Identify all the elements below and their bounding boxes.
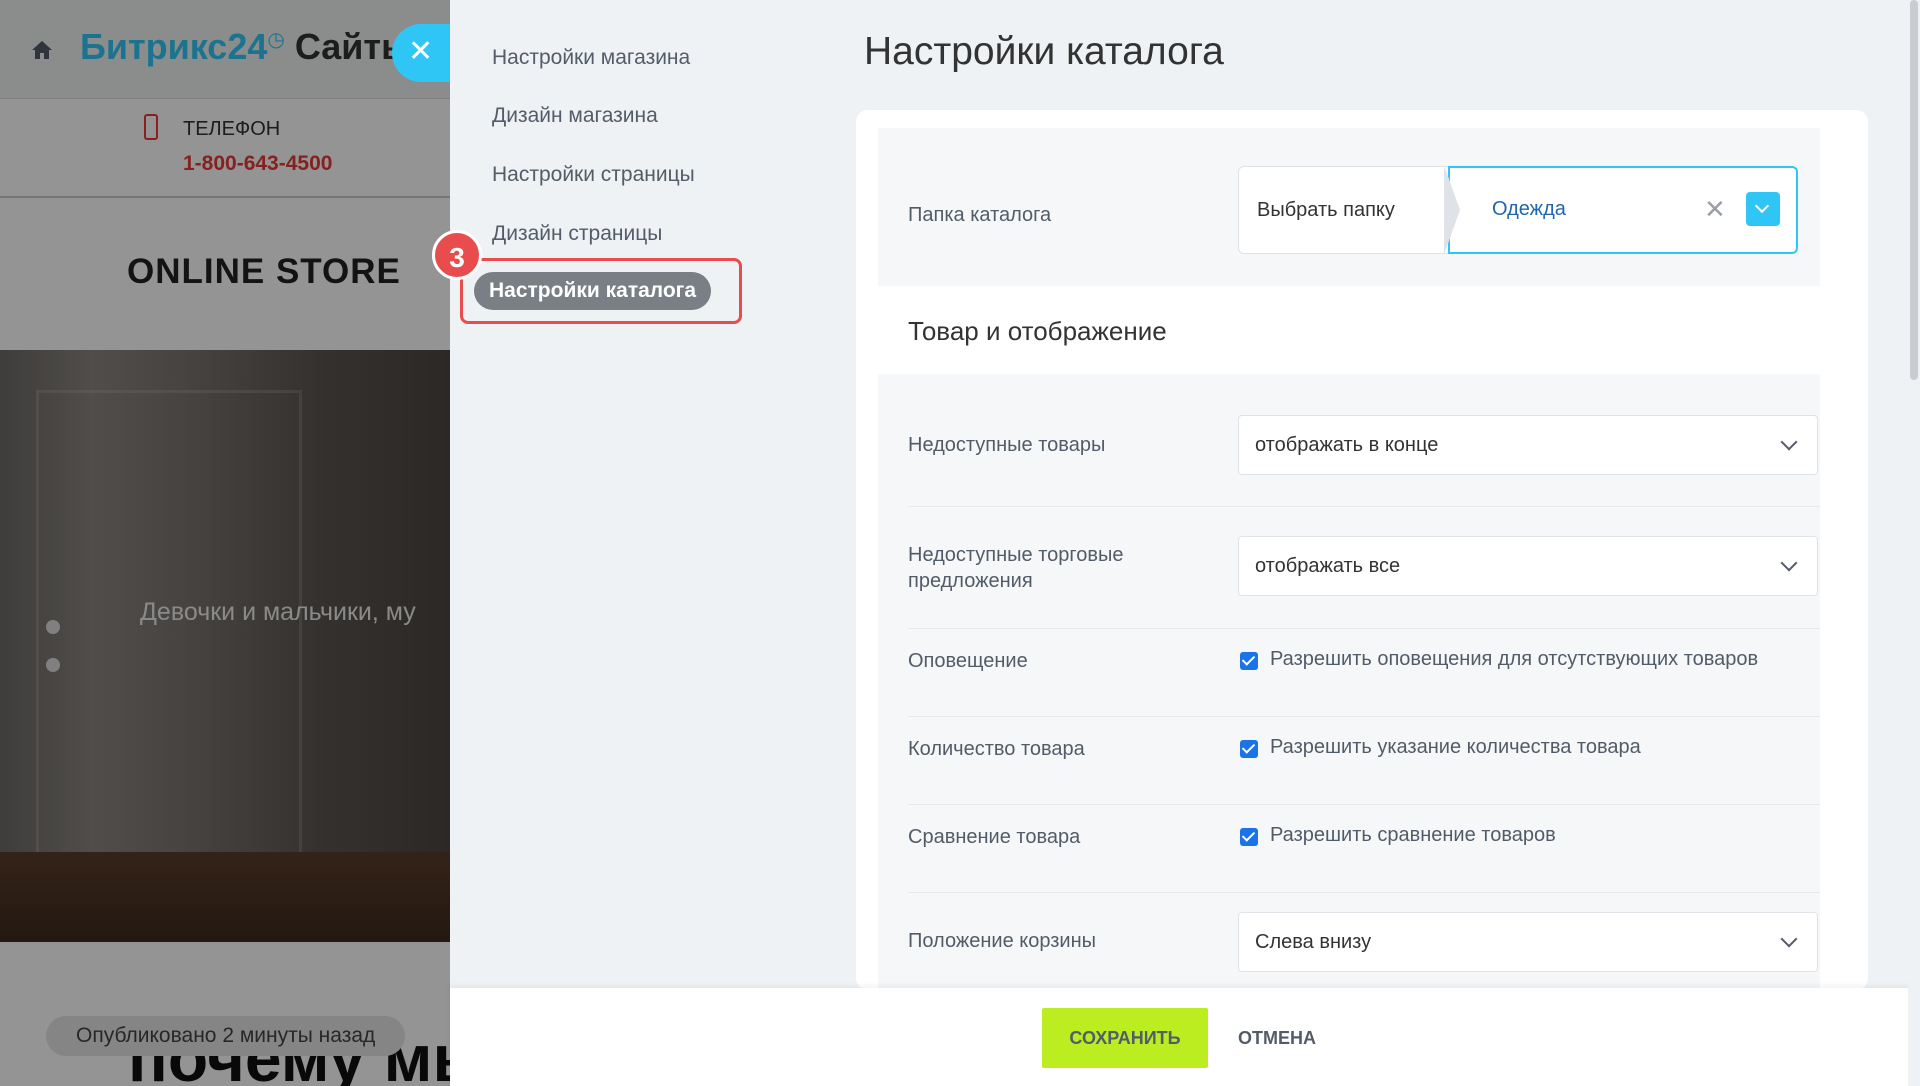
quantity-label: Количество товара bbox=[908, 738, 1085, 760]
comparison-checkbox[interactable] bbox=[1240, 828, 1258, 846]
nav-item-page-settings[interactable]: Настройки страницы bbox=[492, 163, 695, 187]
save-button[interactable]: СОХРАНИТЬ bbox=[1042, 1008, 1208, 1068]
page-title: Настройки каталога bbox=[864, 30, 1224, 73]
comparison-checkbox-label[interactable]: Разрешить сравнение товаров bbox=[1270, 824, 1556, 847]
form-area: Папка каталога Выбрать папку Одежда ✕ То… bbox=[878, 128, 1820, 990]
overlay-dim[interactable] bbox=[0, 0, 460, 1086]
notification-label: Оповещение bbox=[908, 650, 1028, 672]
quantity-checkbox[interactable] bbox=[1240, 740, 1258, 758]
cart-position-label: Положение корзины bbox=[908, 930, 1097, 952]
nav-item-catalog-settings[interactable]: Настройки каталога bbox=[474, 272, 712, 310]
section-title: Товар и отображение bbox=[908, 316, 1167, 346]
quantity-checkbox-label[interactable]: Разрешить указание количества товара bbox=[1270, 736, 1641, 759]
cancel-button[interactable]: ОТМЕНА bbox=[1232, 1008, 1322, 1068]
unavailable-products-select[interactable]: отображать в конце bbox=[1238, 415, 1818, 475]
chevron-down-icon bbox=[1780, 433, 1798, 451]
row-divider bbox=[908, 506, 1820, 507]
row-divider bbox=[908, 716, 1820, 717]
unavailable-products-value: отображать в конце bbox=[1255, 434, 1439, 456]
cart-position-select[interactable]: Слева внизу bbox=[1238, 912, 1818, 972]
cart-position-value: Слева внизу bbox=[1255, 931, 1372, 953]
clear-icon[interactable]: ✕ bbox=[1704, 194, 1726, 225]
chevron-down-icon bbox=[1780, 554, 1798, 572]
unavailable-products-label: Недоступные товары bbox=[908, 434, 1106, 456]
scrollbar[interactable] bbox=[1908, 0, 1920, 1086]
step-badge: 3 bbox=[432, 230, 482, 280]
scrollbar-thumb[interactable] bbox=[1910, 0, 1918, 380]
footer-bar: СОХРАНИТЬ ОТМЕНА bbox=[450, 988, 1920, 1086]
row-divider bbox=[908, 628, 1820, 629]
unavailable-offers-select[interactable]: отображать все bbox=[1238, 536, 1818, 596]
row-divider bbox=[908, 892, 1820, 893]
chevron-down-icon bbox=[1780, 930, 1798, 948]
close-button[interactable]: ✕ bbox=[392, 24, 450, 82]
breadcrumb-chevron bbox=[1444, 165, 1460, 255]
choose-folder-label: Выбрать папку bbox=[1257, 199, 1395, 221]
folder-value-field[interactable]: Одежда ✕ bbox=[1448, 166, 1798, 254]
settings-card: Папка каталога Выбрать папку Одежда ✕ То… bbox=[856, 110, 1868, 990]
choose-folder-button[interactable]: Выбрать папку bbox=[1238, 166, 1458, 254]
settings-panel: Настройки магазина Дизайн магазина Настр… bbox=[432, 0, 1920, 1086]
comparison-label: Сравнение товара bbox=[908, 826, 1081, 848]
folder-label: Папка каталога bbox=[908, 204, 1052, 226]
unavailable-offers-value: отображать все bbox=[1255, 555, 1401, 577]
close-icon: ✕ bbox=[408, 35, 434, 68]
dropdown-icon[interactable] bbox=[1746, 192, 1780, 226]
unavailable-offers-label: Недоступные торговые предложения bbox=[908, 544, 1124, 592]
notification-checkbox-label[interactable]: Разрешить оповещения для отсутствующих т… bbox=[1270, 648, 1758, 671]
folder-value[interactable]: Одежда bbox=[1492, 198, 1566, 221]
nav-item-shop-design[interactable]: Дизайн магазина bbox=[492, 104, 658, 128]
settings-nav: Настройки магазина Дизайн магазина Настр… bbox=[432, 0, 850, 990]
nav-item-page-design[interactable]: Дизайн страницы bbox=[492, 222, 662, 246]
section-header: Товар и отображение bbox=[878, 286, 1820, 374]
folder-selector: Выбрать папку Одежда ✕ bbox=[1238, 165, 1798, 255]
notification-checkbox[interactable] bbox=[1240, 652, 1258, 670]
nav-item-shop-settings[interactable]: Настройки магазина bbox=[492, 46, 690, 70]
row-divider bbox=[908, 804, 1820, 805]
